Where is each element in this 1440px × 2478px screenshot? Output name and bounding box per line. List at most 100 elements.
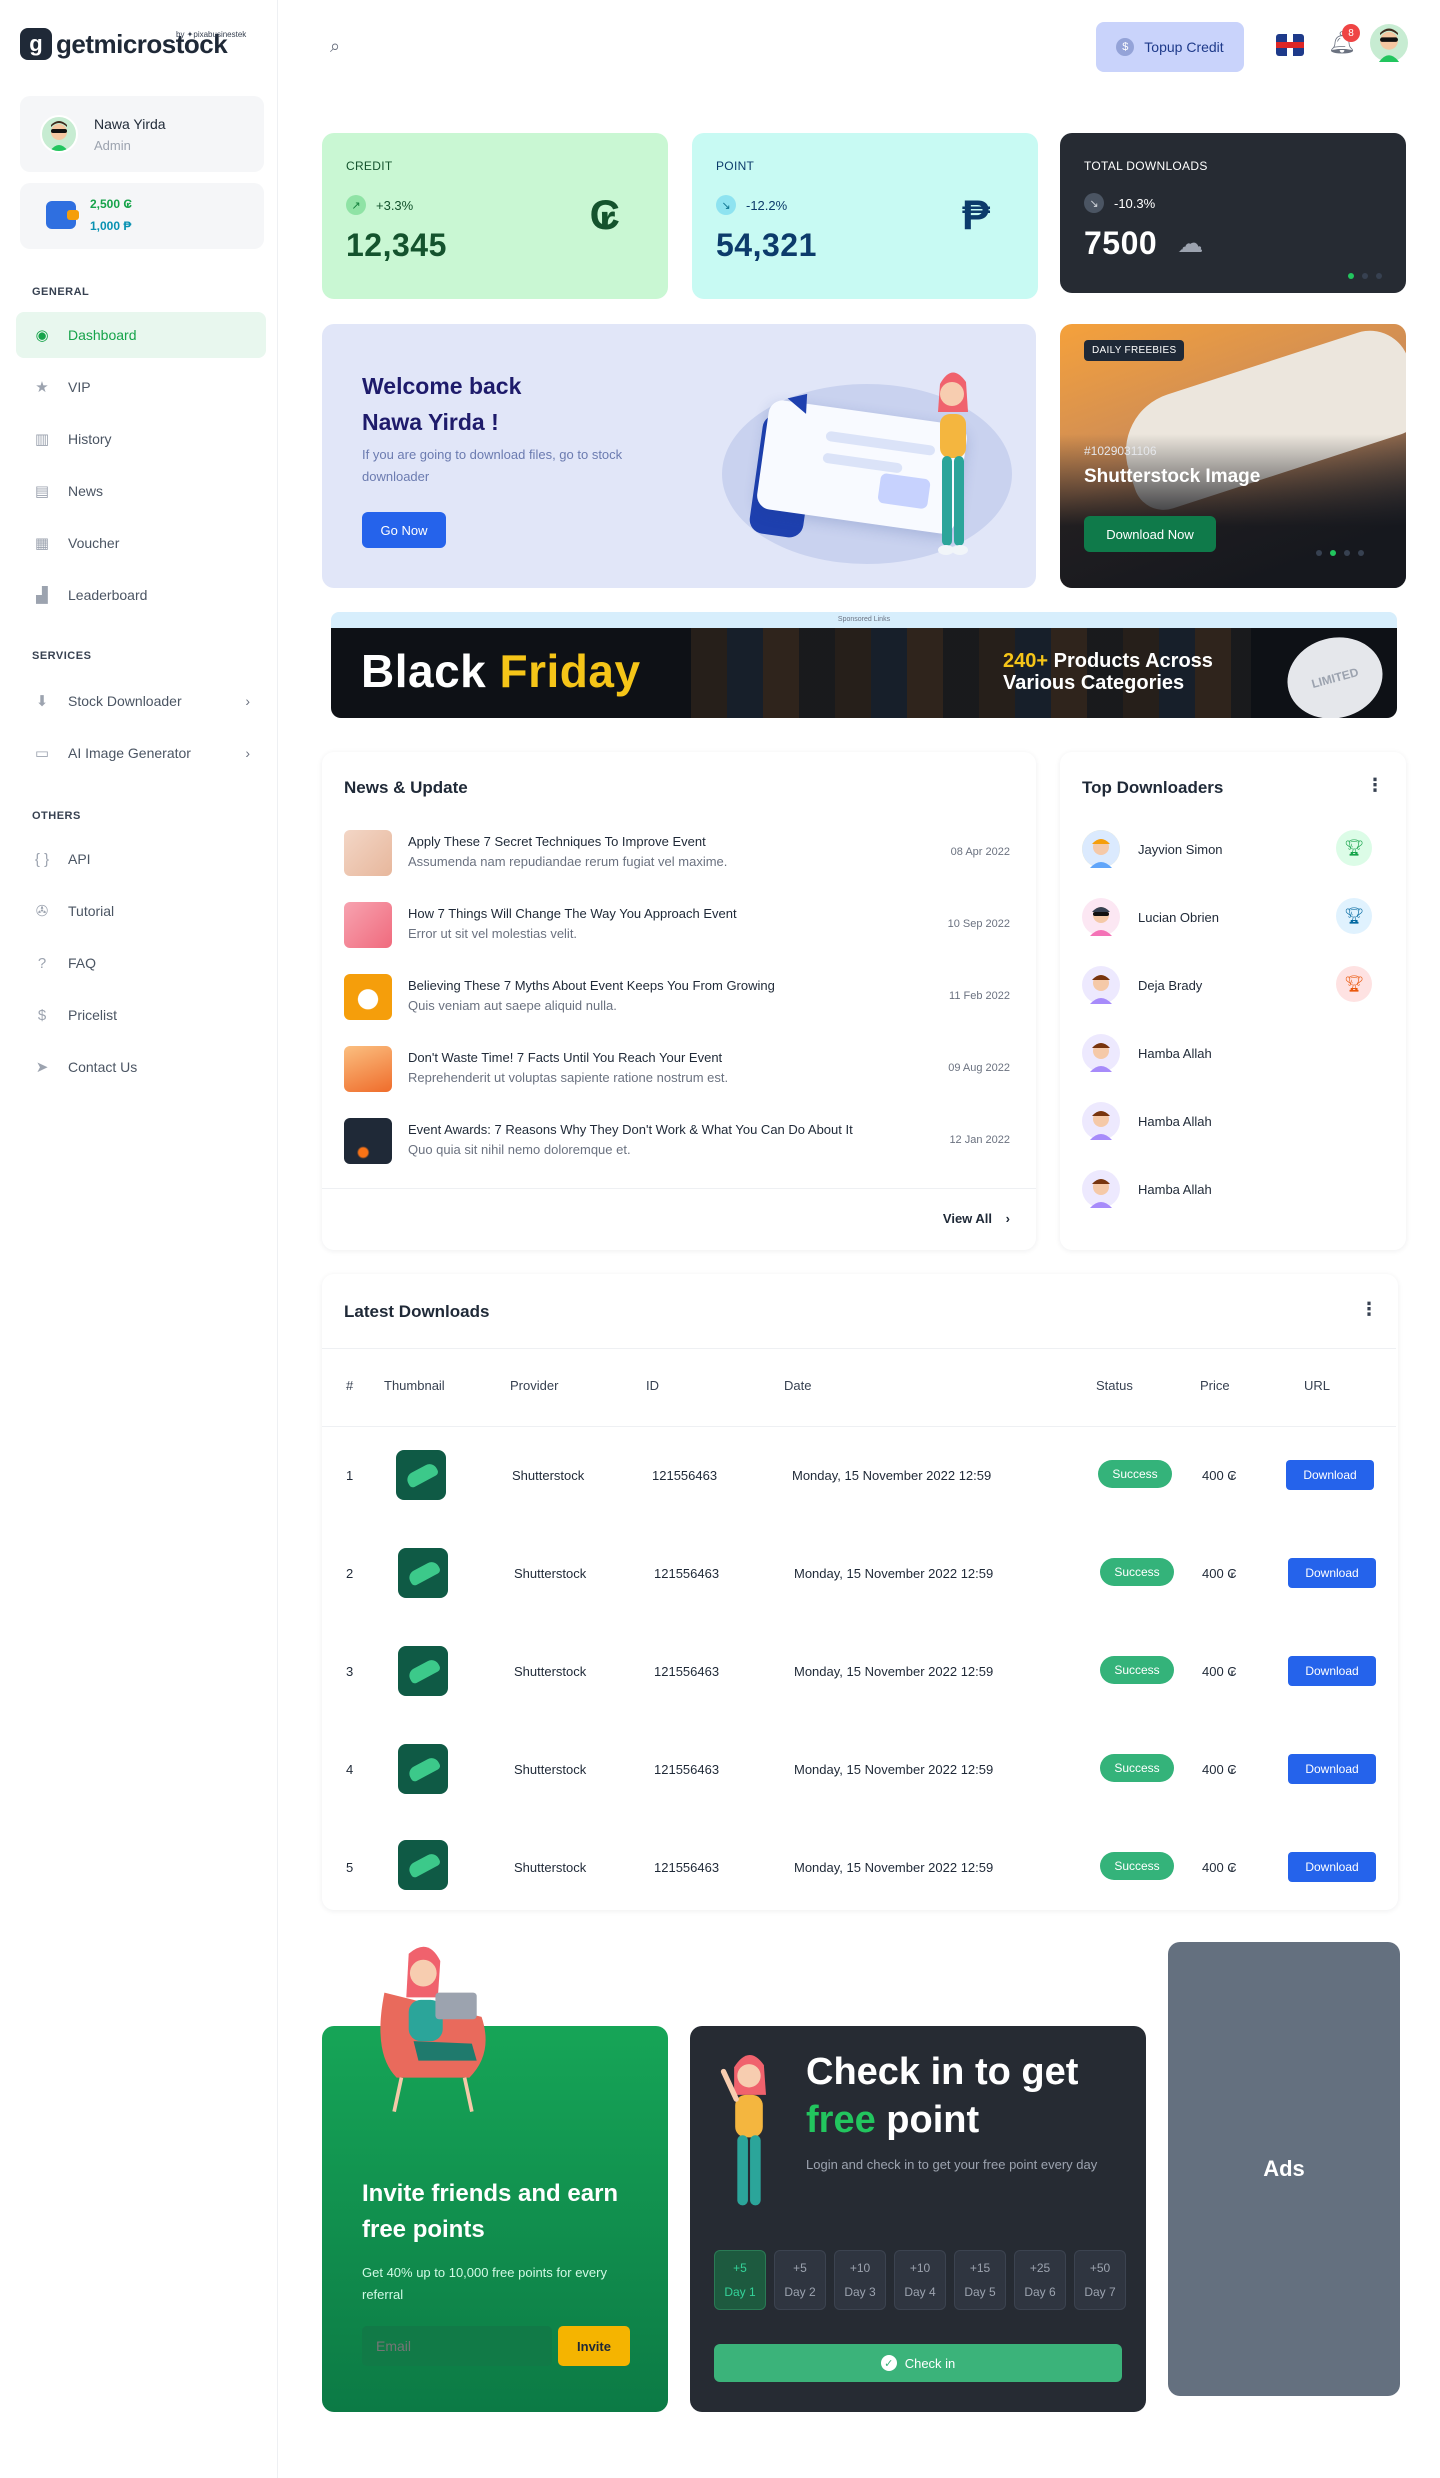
day-tile-6[interactable]: +25 Day 6 (1014, 2250, 1066, 2310)
news-item[interactable]: Believing These 7 Myths About Event Keep… (344, 970, 1010, 1022)
braces-icon: { } (34, 850, 50, 868)
news-item-subtitle: Reprehenderit ut voluptas sapiente ratio… (408, 1070, 729, 1085)
sidebar-item-voucher[interactable]: ▦ Voucher (16, 520, 266, 566)
logo-mark: g (20, 28, 52, 60)
news-item-title: Believing These 7 Myths About Event Keep… (408, 978, 775, 993)
chair-girl-illustration (380, 1946, 486, 2112)
more-vertical-icon[interactable]: ⋮ (1360, 1300, 1378, 1318)
credit-card: CREDIT ↗ +3.3% 12,345 ₢ (322, 133, 668, 299)
view-all-label: View All (942, 1211, 993, 1226)
downloader-item[interactable]: Hamba Allah (1082, 1032, 1382, 1076)
sidebar-item-label: FAQ (68, 955, 97, 971)
black-friday-banner[interactable]: Black Friday 240+ Products Across Various… (331, 628, 1397, 718)
invite-title: Invite friends and earn free points (362, 2180, 619, 2243)
banner-sub-c: Various Categories (1003, 672, 1185, 694)
sidebar-item-news[interactable]: ▤ News (16, 468, 266, 514)
go-now-button[interactable]: Go Now (362, 512, 446, 548)
header-avatar[interactable] (1370, 24, 1408, 62)
trend-down-icon: ↘ (1084, 193, 1104, 213)
news-item-subtitle: Quo quia sit nihil nemo doloremque et. (408, 1142, 631, 1157)
news-item[interactable]: Don't Waste Time! 7 Facts Until You Reac… (344, 1042, 1010, 1094)
sidebar-item-stock-downloader[interactable]: ⬇ Stock Downloader › (16, 678, 266, 724)
day-label: Day 2 (784, 2285, 816, 2299)
user-card[interactable]: Nawa Yirda Admin (20, 96, 264, 172)
cell-no: 3 (346, 1664, 354, 1679)
invite-card: Invite friends and earn free points Get … (322, 1946, 668, 2412)
day-tile-5[interactable]: +15 Day 5 (954, 2250, 1006, 2310)
sidebar-item-vip[interactable]: ★ VIP (16, 364, 266, 410)
sidebar-item-contact-us[interactable]: ➤ Contact Us (16, 1044, 266, 1090)
carousel-dots[interactable] (1348, 273, 1382, 279)
download-button[interactable]: Download (1288, 1852, 1376, 1882)
sponsored-label: Sponsored Links (331, 612, 1397, 628)
welcome-text: If you are going to download files, go t… (362, 447, 623, 484)
chart-icon: ▥ (34, 431, 50, 448)
sidebar-item-faq[interactable]: ? FAQ (16, 940, 266, 986)
sidebar-item-leaderboard[interactable]: ▟ Leaderboard (16, 572, 266, 618)
more-vertical-icon[interactable]: ⋮ (1366, 776, 1384, 794)
welcome-card: Welcome back Nawa Yirda ! If you are goin… (322, 324, 1036, 588)
news-item-title: How 7 Things Will Change The Way You App… (408, 906, 737, 921)
send-icon: ➤ (35, 1059, 49, 1076)
news-item[interactable]: How 7 Things Will Change The Way You App… (344, 898, 1010, 950)
status-badge: Success (1098, 1460, 1172, 1488)
day-tile-7[interactable]: +50 Day 7 (1074, 2250, 1126, 2310)
image-icon: ▭ (34, 745, 50, 762)
column-header: Date (784, 1378, 812, 1393)
banner-subtitle: 240+ Products Across Various Categories (1003, 650, 1213, 694)
downloader-avatar (1082, 1034, 1120, 1072)
sidebar-item-dashboard[interactable]: ◉ Dashboard (16, 312, 266, 358)
day-points: +25 (1029, 2261, 1051, 2275)
divider (322, 1348, 1396, 1349)
day-tile-1[interactable]: +5 Day 1 (714, 2250, 766, 2310)
sidebar-item-ai-image-generator[interactable]: ▭ AI Image Generator › (16, 730, 266, 776)
downloader-name: Deja Brady (1138, 978, 1203, 993)
sidebar-item-tutorial[interactable]: ✇ Tutorial (16, 888, 266, 934)
download-button[interactable]: Download (1288, 1656, 1376, 1686)
download-icon: ⬇ (35, 693, 49, 710)
ticket-icon: ▦ (34, 535, 50, 552)
download-now-button[interactable]: Download Now (1084, 516, 1216, 552)
notification-badge: 8 (1342, 24, 1360, 42)
news-item-date: 09 Aug 2022 (948, 1062, 1010, 1074)
sidebar-item-history[interactable]: ▥ History (16, 416, 266, 462)
checkin-title-a: Check in to get (806, 2051, 1079, 2093)
sidebar-item-api[interactable]: { } API (16, 836, 266, 882)
carousel-dots[interactable] (1316, 550, 1364, 556)
downloader-item[interactable]: Hamba Allah (1082, 1100, 1382, 1144)
day-points: +5 (733, 2261, 747, 2275)
downloads-change-value: -10.3% (1114, 195, 1156, 211)
invite-button[interactable]: Invite (558, 2326, 630, 2366)
topup-credit-button[interactable]: $ Topup Credit (1096, 22, 1244, 72)
news-item-date: 11 Feb 2022 (949, 990, 1010, 1002)
download-button[interactable]: Download (1286, 1460, 1374, 1490)
news-thumbnail (344, 902, 392, 948)
cell-id: 121556463 (654, 1566, 720, 1581)
language-flag-icon[interactable] (1276, 34, 1304, 56)
star-icon: ★ (35, 379, 49, 396)
promo-title: Shutterstock Image (1084, 466, 1261, 487)
cell-price: 400 ₢ (1202, 1468, 1237, 1483)
news-item-subtitle: Quis veniam aut saepe aliquid nulla. (408, 998, 617, 1013)
ads-placeholder[interactable]: Ads (1168, 1942, 1400, 2396)
check-in-button[interactable]: ✓ Check in (714, 2344, 1122, 2382)
view-all-link[interactable]: View All › (943, 1211, 1010, 1226)
download-button[interactable]: Download (1288, 1754, 1376, 1784)
search-icon[interactable]: ⌕ (330, 36, 340, 57)
column-header: Thumbnail (384, 1378, 445, 1393)
downloader-item[interactable]: Hamba Allah (1082, 1168, 1382, 1212)
day-tile-4[interactable]: +10 Day 4 (894, 2250, 946, 2310)
day-tile-3[interactable]: +10 Day 3 (834, 2250, 886, 2310)
sidebar-item-pricelist[interactable]: $ Pricelist (16, 992, 266, 1038)
point-label: POINT (716, 159, 755, 173)
email-field[interactable] (362, 2326, 552, 2366)
downloads-change: ↘ -10.3% (1084, 193, 1382, 213)
day-tile-2[interactable]: +5 Day 2 (774, 2250, 826, 2310)
status-badge: Success (1100, 1558, 1174, 1586)
news-item[interactable]: Apply These 7 Secret Techniques To Impro… (344, 826, 1010, 878)
sidebar-item-label: API (68, 851, 91, 867)
news-thumbnail (344, 1118, 392, 1164)
cloud-download-icon: ☁ (1177, 228, 1204, 258)
download-button[interactable]: Download (1288, 1558, 1376, 1588)
news-item[interactable]: Event Awards: 7 Reasons Why They Don't W… (344, 1114, 1010, 1166)
